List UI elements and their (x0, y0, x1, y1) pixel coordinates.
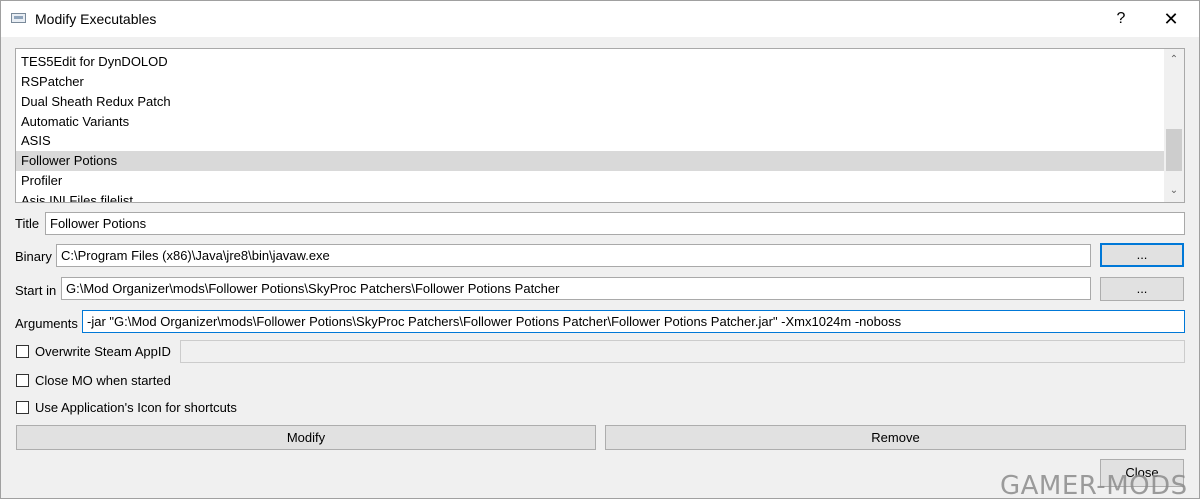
title-field[interactable]: Follower Potions (45, 212, 1185, 235)
window-title: Modify Executables (35, 11, 157, 27)
window-close-button[interactable]: ✕ (1148, 1, 1194, 37)
scroll-up-icon[interactable]: ⌃ (1164, 52, 1184, 68)
start-in-label: Start in (15, 283, 57, 298)
arguments-label: Arguments (15, 316, 78, 331)
watermark-logo: GAMER-MODS (1000, 471, 1188, 501)
binary-field[interactable]: C:\Program Files (x86)\Java\jre8\bin\jav… (56, 244, 1091, 267)
binary-browse-button[interactable]: ... (1100, 243, 1184, 267)
list-item[interactable]: TES5Edit for DynDOLOD (16, 52, 1164, 72)
arguments-field[interactable]: -jar "G:\Mod Organizer\mods\Follower Pot… (82, 310, 1185, 333)
title-label: Title (15, 216, 40, 231)
list-item[interactable]: RSPatcher (16, 72, 1164, 92)
list-item[interactable]: Asis INI Files filelist (16, 191, 1164, 202)
title-bar: Modify Executables ? ✕ (1, 1, 1199, 37)
modify-executables-dialog: Modify Executables ? ✕ TES5Edit for DynD… (0, 0, 1200, 499)
close-mo-label: Close MO when started (35, 373, 171, 388)
help-button[interactable]: ? (1098, 1, 1144, 37)
remove-button[interactable]: Remove (605, 425, 1186, 450)
list-item-selected[interactable]: Follower Potions (16, 151, 1164, 171)
start-in-browse-button[interactable]: ... (1100, 277, 1184, 301)
scroll-thumb[interactable] (1166, 129, 1182, 171)
use-icon-label: Use Application's Icon for shortcuts (35, 400, 237, 415)
list-scrollbar[interactable]: ⌃ ⌄ (1164, 49, 1184, 202)
app-icon (11, 13, 26, 23)
start-in-field[interactable]: G:\Mod Organizer\mods\Follower Potions\S… (61, 277, 1091, 300)
steam-appid-label: Overwrite Steam AppID (35, 344, 171, 359)
list-item[interactable]: ASIS (16, 131, 1164, 151)
scroll-down-icon[interactable]: ⌄ (1164, 183, 1184, 199)
list-item[interactable]: Automatic Variants (16, 112, 1164, 132)
modify-button[interactable]: Modify (16, 425, 596, 450)
binary-label: Binary (15, 249, 52, 264)
use-icon-checkbox[interactable] (16, 401, 29, 414)
list-item[interactable]: Profiler (16, 171, 1164, 191)
list-item[interactable]: Dual Sheath Redux Patch (16, 92, 1164, 112)
executables-list[interactable]: TES5Edit for DynDOLOD RSPatcher Dual She… (15, 48, 1185, 203)
steam-appid-field[interactable] (180, 340, 1185, 363)
steam-appid-checkbox[interactable] (16, 345, 29, 358)
close-mo-checkbox[interactable] (16, 374, 29, 387)
